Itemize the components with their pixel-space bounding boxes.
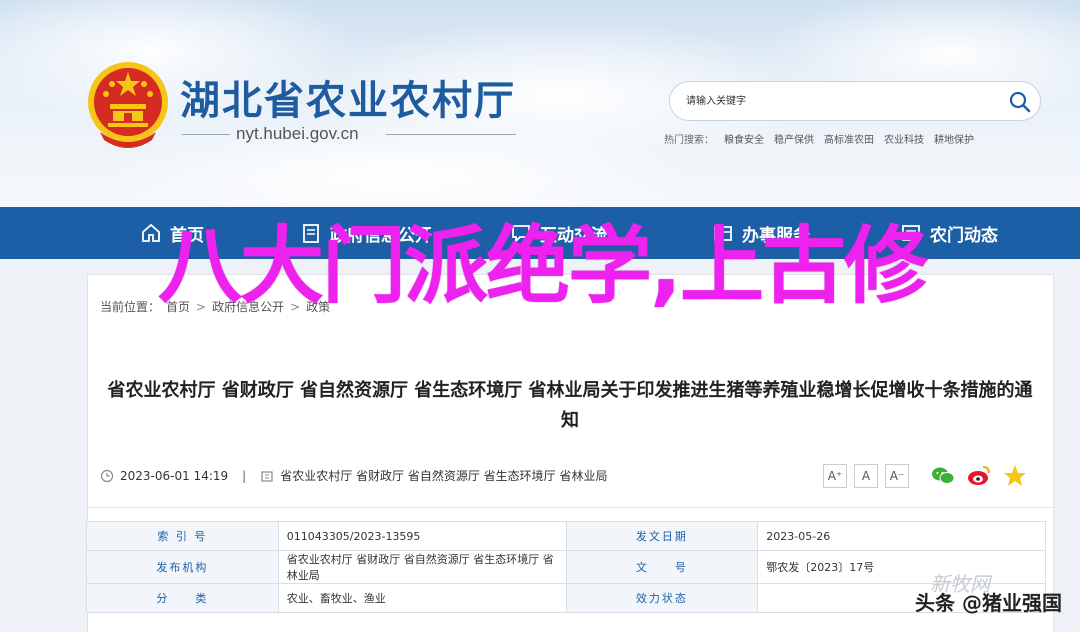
site-domain: nyt.hubei.gov.cn bbox=[236, 124, 359, 143]
site-title: 湖北省农业农村厅 bbox=[180, 77, 516, 124]
document-info-table: 索 引 号 011043305/2023-13595 发文日期 2023-05-… bbox=[86, 521, 1046, 613]
publisher-list: 省农业农村厅 省财政厅 省自然资源厅 省生态环境厅 省林业局 bbox=[280, 469, 608, 483]
hot-search: 热门搜索： 粮食安全 稳产保供 高标准农田 农业科技 耕地保护 bbox=[664, 131, 974, 146]
table-label: 分 类 bbox=[86, 583, 279, 613]
publish-date: 2023-06-01 14:19 bbox=[120, 468, 229, 483]
meta-divider bbox=[87, 507, 1054, 508]
hot-search-item[interactable]: 耕地保护 bbox=[934, 131, 974, 146]
header-banner: 湖北省农业农村厅 nyt.hubei.gov.cn 热门搜索： 粮食安全 稳产保… bbox=[0, 0, 1080, 207]
clock-icon bbox=[100, 469, 114, 482]
table-row: 索 引 号 011043305/2023-13595 发文日期 2023-05-… bbox=[86, 521, 1046, 551]
domain-line-right bbox=[386, 134, 516, 135]
table-label: 索 引 号 bbox=[86, 521, 279, 551]
table-label: 发布机构 bbox=[86, 550, 279, 584]
table-row: 分 类 农业、畜牧业、渔业 效力状态 bbox=[86, 583, 1046, 613]
weibo-share-icon[interactable] bbox=[966, 463, 992, 489]
font-default-button[interactable]: A bbox=[854, 464, 878, 488]
hot-search-item[interactable]: 高标准农田 bbox=[824, 131, 874, 146]
table-value: 农业、畜牧业、渔业 bbox=[277, 583, 567, 613]
source-tag: 头条 @猪业强国 bbox=[915, 591, 1062, 615]
table-label: 效力状态 bbox=[565, 583, 759, 613]
table-label: 文 号 bbox=[565, 550, 759, 584]
domain-line-left bbox=[182, 134, 230, 135]
hot-search-item[interactable]: 农业科技 bbox=[884, 131, 924, 146]
search-input[interactable] bbox=[686, 91, 986, 111]
overlay-headline: 八大门派绝学,上古修 bbox=[158, 217, 928, 315]
search-box bbox=[669, 81, 1041, 121]
table-value: 鄂农发〔2023〕17号 bbox=[757, 550, 1046, 584]
hot-search-label: 热门搜索： bbox=[664, 135, 714, 146]
wechat-share-icon[interactable] bbox=[930, 463, 956, 489]
table-row: 发布机构 省农业农村厅 省财政厅 省自然资源厅 省生态环境厅 省林业局 文 号 … bbox=[86, 550, 1046, 584]
hot-search-item[interactable]: 粮食安全 bbox=[724, 131, 764, 146]
font-larger-button[interactable]: A⁺ bbox=[823, 464, 847, 488]
table-label: 发文日期 bbox=[565, 521, 759, 551]
meta-separator: | bbox=[242, 468, 247, 483]
article-meta: 2023-06-01 14:19 | 省农业农村厅 省财政厅 省自然资源厅 省生… bbox=[100, 467, 607, 484]
qzone-share-icon[interactable] bbox=[1002, 463, 1028, 489]
building-icon bbox=[261, 470, 273, 482]
hot-search-item[interactable]: 稳产保供 bbox=[774, 131, 814, 146]
article-title: 省农业农村厅 省财政厅 省自然资源厅 省生态环境厅 省林业局关于印发推进生猪等养… bbox=[107, 380, 1033, 431]
font-smaller-button[interactable]: A⁻ bbox=[885, 464, 909, 488]
table-value: 省农业农村厅 省财政厅 省自然资源厅 省生态环境厅 省林业局 bbox=[277, 550, 567, 584]
table-value: 011043305/2023-13595 bbox=[277, 521, 567, 551]
table-value: 2023-05-26 bbox=[757, 521, 1046, 551]
search-icon[interactable] bbox=[1008, 90, 1032, 114]
national-emblem-icon bbox=[88, 62, 168, 148]
